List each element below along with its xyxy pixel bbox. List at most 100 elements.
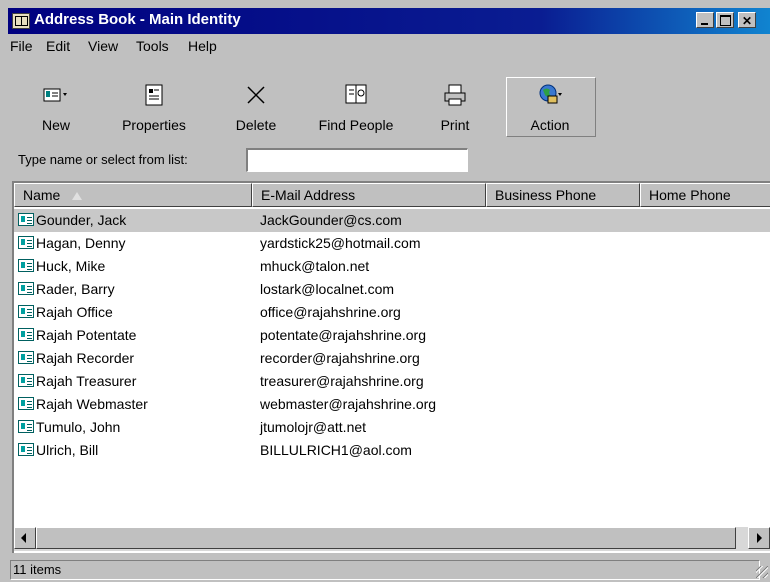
new-contact-icon xyxy=(43,88,67,102)
find-people-icon xyxy=(345,84,367,104)
contact-email: webmaster@rajahshrine.org xyxy=(260,396,437,412)
delete-x-icon xyxy=(247,86,265,104)
printer-icon xyxy=(444,84,466,106)
table-row[interactable]: Tumulo, John jtumolojr@att.net xyxy=(14,416,770,439)
contact-email: JackGounder@cs.com xyxy=(260,212,402,228)
contact-card-icon xyxy=(18,420,34,433)
find-people-label: Find People xyxy=(318,117,394,133)
close-icon: ✕ xyxy=(741,14,753,28)
sort-ascending-icon xyxy=(72,192,83,200)
contact-name: Hagan, Denny xyxy=(36,235,126,251)
status-bar: 11 items xyxy=(8,558,770,580)
contact-email: lostark@localnet.com xyxy=(260,281,395,297)
email-header-label: E-Mail Address xyxy=(261,187,356,203)
contact-email: office@rajahshrine.org xyxy=(260,304,401,320)
delete-button[interactable]: Delete xyxy=(226,75,286,139)
maximize-button[interactable] xyxy=(716,12,734,28)
table-row[interactable]: Gounder, Jack JackGounder@cs.com xyxy=(14,209,770,232)
arrow-left-icon xyxy=(21,533,26,543)
contact-name: Rajah Recorder xyxy=(36,350,135,366)
print-label: Print xyxy=(440,117,470,133)
contact-name: Rajah Treasurer xyxy=(36,373,137,389)
menu-tools[interactable]: Tools xyxy=(136,38,169,54)
table-row[interactable]: Ulrich, Bill BILLULRICH1@aol.com xyxy=(14,439,770,462)
properties-button[interactable]: Properties xyxy=(112,75,196,139)
table-row[interactable]: Rajah Office office@rajahshrine.org xyxy=(14,301,770,324)
find-people-button[interactable]: Find People xyxy=(308,75,404,139)
menu-help[interactable]: Help xyxy=(188,38,217,54)
contact-rows: Gounder, Jack JackGounder@cs.com Hagan, D… xyxy=(14,209,770,462)
action-globe-icon xyxy=(539,84,562,104)
scroll-left-button[interactable] xyxy=(14,527,36,549)
title-bar[interactable]: Address Book - Main Identity ✕ xyxy=(8,8,770,34)
contact-email: recorder@rajahshrine.org xyxy=(260,350,420,366)
name-header-label: Name xyxy=(23,187,61,203)
action-label: Action xyxy=(530,117,570,133)
menu-view[interactable]: View xyxy=(88,38,118,54)
close-button[interactable]: ✕ xyxy=(738,12,756,28)
table-row[interactable]: Rajah Recorder recorder@rajahshrine.org xyxy=(14,347,770,370)
delete-label: Delete xyxy=(235,117,277,133)
maximize-icon xyxy=(720,15,731,26)
resize-grip-icon[interactable] xyxy=(756,566,768,578)
contact-card-icon xyxy=(18,443,34,456)
column-header-name[interactable]: Name xyxy=(14,183,252,207)
new-button[interactable]: New xyxy=(26,75,86,139)
contact-name: Rajah Webmaster xyxy=(36,396,148,412)
contacts-list[interactable]: Name E-Mail Address Business Phone Home … xyxy=(12,181,770,553)
contact-email: yardstick25@hotmail.com xyxy=(260,235,421,251)
contact-card-icon xyxy=(18,351,34,364)
contact-card-icon xyxy=(18,259,34,272)
contact-card-icon xyxy=(18,282,34,295)
contact-email: potentate@rajahshrine.org xyxy=(260,327,426,343)
window-title: Address Book - Main Identity xyxy=(34,11,241,28)
contact-card-icon xyxy=(18,236,34,249)
table-row[interactable]: Hagan, Denny yardstick25@hotmail.com xyxy=(14,232,770,255)
print-button[interactable]: Print xyxy=(430,75,480,139)
contact-card-icon xyxy=(18,374,34,387)
minimize-icon xyxy=(701,23,708,25)
contact-name: Rajah Office xyxy=(36,304,113,320)
column-header-email[interactable]: E-Mail Address xyxy=(252,183,486,207)
contact-name: Gounder, Jack xyxy=(36,212,127,228)
contact-card-icon xyxy=(18,397,34,410)
table-row[interactable]: Rajah Potentate potentate@rajahshrine.org xyxy=(14,324,770,347)
search-label: Type name or select from list: xyxy=(18,152,188,167)
table-row[interactable]: Rajah Treasurer treasurer@rajahshrine.org xyxy=(14,370,770,393)
search-input[interactable] xyxy=(246,148,468,172)
scroll-thumb[interactable] xyxy=(36,527,736,549)
properties-icon xyxy=(145,84,163,106)
scroll-right-button[interactable] xyxy=(748,527,770,549)
address-book-icon xyxy=(12,13,30,29)
contact-card-icon xyxy=(18,328,34,341)
list-header: Name E-Mail Address Business Phone Home … xyxy=(14,183,770,207)
contact-email: jtumolojr@att.net xyxy=(260,419,367,435)
column-header-business-phone[interactable]: Business Phone xyxy=(486,183,640,207)
toolbar: New Properties Delete Find People Print … xyxy=(12,75,770,139)
business-phone-header-label: Business Phone xyxy=(495,187,597,203)
contact-email: mhuck@talon.net xyxy=(260,258,370,274)
contact-email: treasurer@rajahshrine.org xyxy=(260,373,424,389)
new-label: New xyxy=(41,117,70,133)
table-row[interactable]: Huck, Mike mhuck@talon.net xyxy=(14,255,770,278)
table-row[interactable]: Rader, Barry lostark@localnet.com xyxy=(14,278,770,301)
contact-name: Rader, Barry xyxy=(36,281,115,297)
contact-card-icon xyxy=(18,305,34,318)
contact-email: BILLULRICH1@aol.com xyxy=(260,442,412,458)
menu-edit[interactable]: Edit xyxy=(46,38,70,54)
address-book-window: Address Book - Main Identity ✕ File Edit… xyxy=(0,0,770,582)
properties-label: Properties xyxy=(122,117,186,133)
horizontal-scrollbar[interactable] xyxy=(14,527,770,551)
home-phone-header-label: Home Phone xyxy=(649,187,731,203)
contact-name: Huck, Mike xyxy=(36,258,106,274)
contact-card-icon xyxy=(18,213,34,226)
contact-name: Rajah Potentate xyxy=(36,327,137,343)
minimize-button[interactable] xyxy=(696,12,714,28)
table-row[interactable]: Rajah Webmaster webmaster@rajahshrine.org xyxy=(14,393,770,416)
status-text: 11 items xyxy=(10,560,760,580)
contact-name: Tumulo, John xyxy=(36,419,121,435)
action-button[interactable]: Action xyxy=(506,75,594,139)
menu-file[interactable]: File xyxy=(10,38,33,54)
contact-name: Ulrich, Bill xyxy=(36,442,99,458)
column-header-home-phone[interactable]: Home Phone xyxy=(640,183,770,207)
